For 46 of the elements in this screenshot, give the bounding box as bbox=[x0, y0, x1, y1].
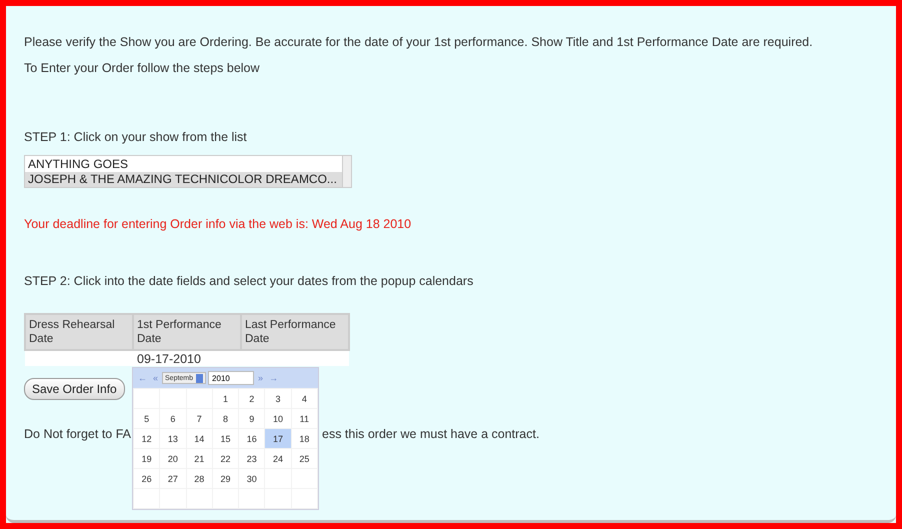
calendar-day[interactable]: 9 bbox=[238, 408, 265, 428]
calendar-day[interactable]: 23 bbox=[238, 448, 265, 468]
deadline-text: Your deadline for entering Order info via the web is: Wed Aug 18 2010 bbox=[24, 217, 412, 232]
calendar-day[interactable]: 13 bbox=[160, 428, 186, 448]
step-heading: STEP 1: Click on your show from the list bbox=[24, 130, 248, 145]
calendar-day[interactable]: 24 bbox=[264, 448, 292, 468]
calendar-day[interactable]: 25 bbox=[291, 448, 318, 468]
column-header: Dress Rehearsal Date bbox=[25, 314, 133, 350]
calendar-day[interactable]: 3 bbox=[264, 388, 292, 408]
calendar-day[interactable]: 12 bbox=[134, 428, 160, 448]
show-item[interactable]: JOSEPH & THE AMAZING TECHNICOLOR DREAMCO... bbox=[25, 172, 342, 186]
calendar-day[interactable]: 29 bbox=[212, 468, 239, 488]
calendar-day[interactable]: 14 bbox=[186, 428, 212, 448]
save-button[interactable]: Save Order Info bbox=[24, 378, 125, 400]
calendar-day[interactable]: 11 bbox=[291, 408, 318, 428]
calendar-day[interactable]: 20 bbox=[160, 448, 186, 468]
reminder-text: Do Not forget to FA bbox=[24, 427, 131, 442]
calendar-day[interactable]: 22 bbox=[212, 448, 239, 468]
reminder-text: ess this order we must have a contract. bbox=[322, 427, 540, 442]
calendar-day[interactable]: 8 bbox=[212, 408, 239, 428]
column-header: 1st Performance Date bbox=[133, 314, 241, 350]
calendar-day[interactable]: 18 bbox=[291, 428, 318, 448]
calendar-day[interactable]: 28 bbox=[186, 468, 212, 488]
calendar-day[interactable]: 15 bbox=[212, 428, 239, 448]
calendar-day[interactable]: 2 bbox=[238, 388, 265, 408]
dropdown-icon bbox=[196, 374, 204, 382]
date-field[interactable]: 09-17-2010 bbox=[133, 350, 241, 366]
instruction-text: Please verify the Show you are Ordering. Be accurate for the date of your 1st performance. Show Title and 1st Performance Date are required. bbox=[24, 35, 814, 50]
show-list[interactable]: ANYTHING GOES JOSEPH & THE AMAZING TECHNICOLOR DREAMCO... bbox=[24, 155, 352, 188]
calendar-day[interactable]: 1 bbox=[212, 388, 239, 408]
calendar-day[interactable]: 17 bbox=[264, 428, 292, 448]
calendar-day[interactable]: 5 bbox=[134, 408, 160, 428]
instruction-text: To Enter your Order follow the steps below bbox=[24, 61, 261, 76]
calendar-day[interactable]: 4 bbox=[291, 388, 318, 408]
calendar-day[interactable]: 6 bbox=[160, 408, 186, 428]
calendar-day[interactable]: 7 bbox=[186, 408, 212, 428]
calendar-day[interactable]: 30 bbox=[238, 468, 265, 488]
calendar-day[interactable]: 19 bbox=[134, 448, 160, 468]
calendar-day[interactable]: 26 bbox=[134, 468, 160, 488]
step-heading: STEP 2: Click into the date fields and select your dates from the popup calendars bbox=[24, 274, 474, 289]
calendar-day[interactable]: 21 bbox=[186, 448, 212, 468]
column-header: Last Performance Date bbox=[241, 314, 349, 350]
scrollbar[interactable] bbox=[342, 156, 351, 187]
calendar-day[interactable]: 27 bbox=[160, 468, 186, 488]
show-item[interactable]: ANYTHING GOES bbox=[25, 156, 342, 172]
year-field[interactable]: 2010 bbox=[208, 371, 254, 385]
